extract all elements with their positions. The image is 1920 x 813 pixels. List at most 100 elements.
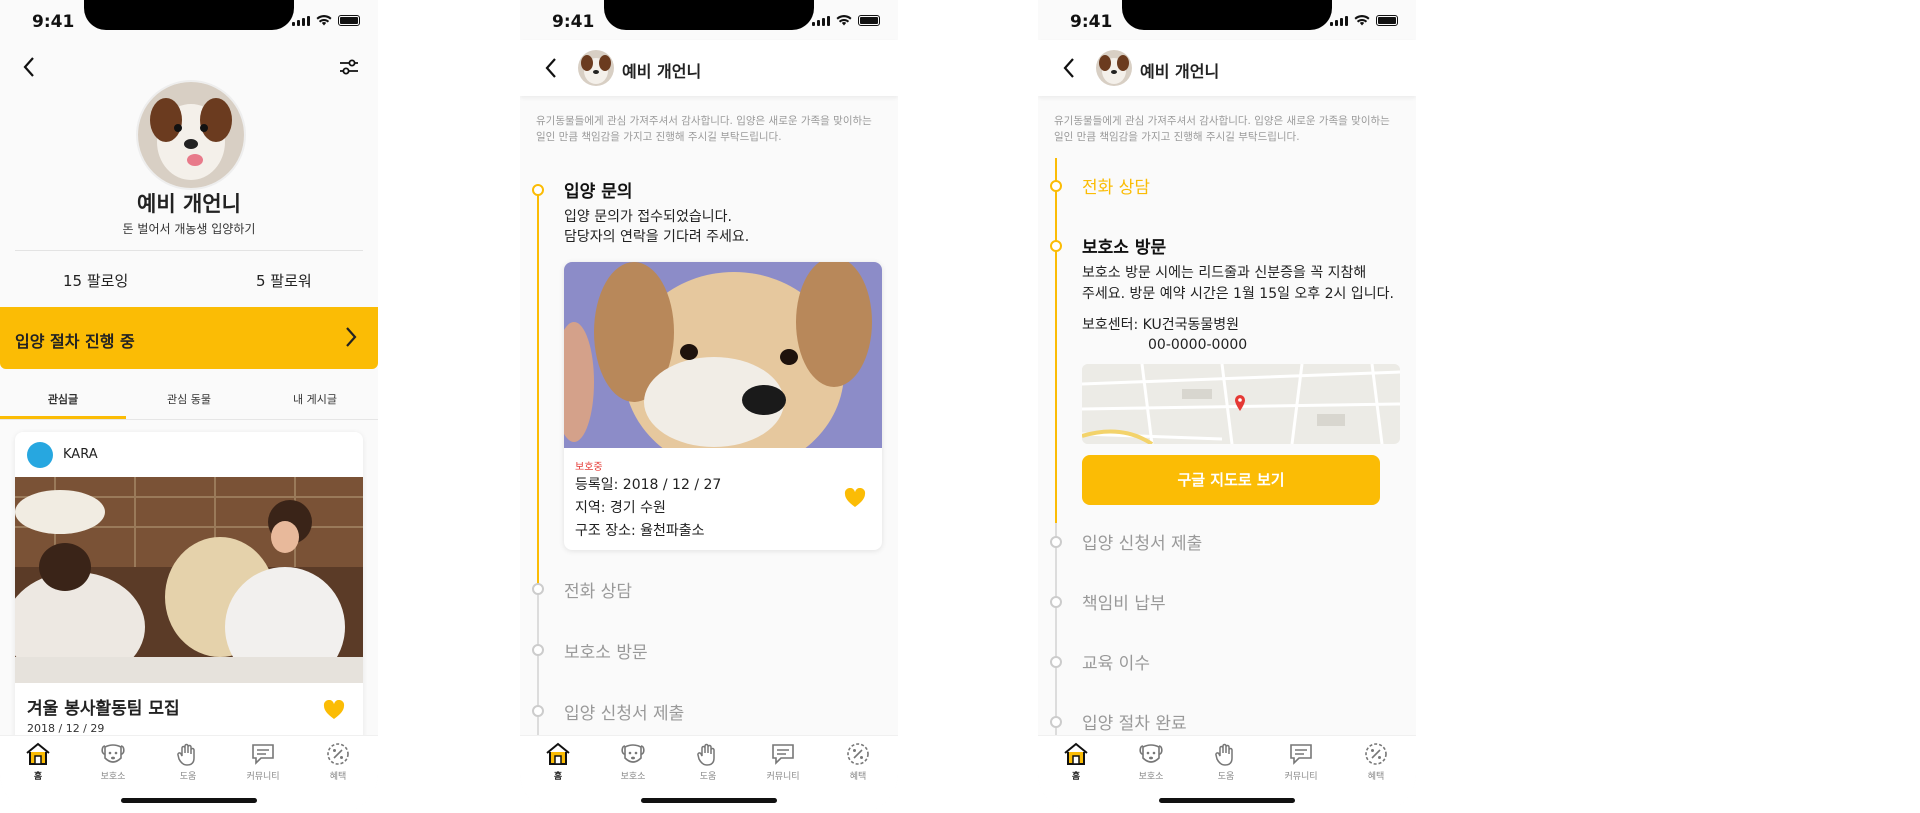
status-time: 9:41 bbox=[32, 12, 75, 32]
profile-avatar bbox=[136, 80, 246, 190]
timeline-dot bbox=[532, 705, 544, 717]
tab-liked-animals[interactable]: 관심 동물 bbox=[126, 391, 252, 407]
tab-community[interactable]: 커뮤니티 bbox=[233, 742, 293, 782]
step-apply: 입양 신청서 제출 bbox=[564, 704, 685, 724]
home-indicator bbox=[1159, 798, 1295, 803]
dog-card[interactable]: 보호중 등록일: 2018 / 12 / 27 지역: 경기 수원 구조 장소:… bbox=[564, 262, 882, 550]
dog-photo bbox=[564, 262, 882, 448]
tab-benefits[interactable]: 혜택 bbox=[308, 742, 368, 782]
tab-benefits[interactable]: 혜택 bbox=[828, 742, 888, 782]
wifi-icon bbox=[1354, 15, 1370, 26]
inquiry-desc-line2: 담당자의 연락을 기다려 주세요. bbox=[564, 229, 750, 245]
active-tab-indicator bbox=[0, 416, 126, 419]
tab-label: 홈 bbox=[33, 772, 43, 782]
timeline-dot bbox=[1050, 656, 1062, 668]
tab-help[interactable]: 도움 bbox=[678, 742, 738, 782]
chat-icon bbox=[1290, 744, 1312, 765]
tab-label: 커뮤니티 bbox=[246, 772, 280, 782]
profile-screen: 9:41 예비 개언니 돈 벌어서 개농생 입양하기 15 팔로잉 5 팔로워 … bbox=[0, 0, 378, 813]
profile-tabs: 관심글 관심 동물 내 게시글 bbox=[0, 383, 378, 420]
status-bar: 9:41 bbox=[520, 0, 898, 40]
tab-home[interactable]: 홈 bbox=[528, 742, 588, 782]
tab-shelter[interactable]: 보호소 bbox=[83, 742, 143, 782]
signal-icon bbox=[1330, 16, 1348, 26]
tab-label: 혜택 bbox=[1367, 772, 1385, 782]
heart-icon[interactable] bbox=[323, 700, 345, 720]
home-indicator bbox=[641, 798, 777, 803]
home-icon bbox=[1064, 742, 1088, 765]
tab-label: 혜택 bbox=[849, 772, 867, 782]
timeline-dot bbox=[532, 644, 544, 656]
adoption-progress-banner[interactable]: 입양 절차 진행 중 bbox=[0, 307, 378, 369]
google-map-button[interactable]: 구글 지도로 보기 bbox=[1082, 455, 1380, 505]
timeline-progress bbox=[537, 187, 539, 587]
tab-label: 커뮤니티 bbox=[1284, 772, 1318, 782]
tab-label: 보호소 bbox=[1138, 772, 1164, 782]
tab-label: 홈 bbox=[1071, 772, 1081, 782]
screen-header: 예비 개언니 bbox=[520, 40, 898, 96]
tab-liked-posts[interactable]: 관심글 bbox=[0, 391, 126, 407]
post-date: 2018 / 12 / 29 bbox=[27, 722, 105, 735]
tab-help[interactable]: 도움 bbox=[1196, 742, 1256, 782]
dog-region: 지역: 경기 수원 bbox=[575, 500, 666, 516]
wifi-icon bbox=[316, 15, 332, 26]
followers-count[interactable]: 5 팔로워 bbox=[256, 270, 312, 291]
dog-icon bbox=[101, 744, 125, 763]
post-image bbox=[15, 477, 363, 683]
status-badge: 보호중 bbox=[575, 462, 603, 473]
notch bbox=[604, 0, 814, 30]
status-time: 9:41 bbox=[552, 12, 595, 32]
back-icon[interactable] bbox=[22, 56, 36, 78]
visit-desc-line1: 보호소 방문 시에는 리드줄과 신분증을 꼭 지참해 bbox=[1082, 265, 1367, 281]
timeline-progress bbox=[1055, 158, 1057, 523]
header-name: 예비 개언니 bbox=[622, 62, 702, 81]
battery-icon bbox=[858, 15, 880, 26]
tab-label: 홈 bbox=[553, 772, 563, 782]
tab-label: 보호소 bbox=[100, 772, 126, 782]
discount-icon bbox=[327, 743, 349, 765]
timeline-dot-done bbox=[1050, 180, 1062, 192]
tab-community[interactable]: 커뮤니티 bbox=[753, 742, 813, 782]
shelter-name: 보호센터: KU건국동물병원 bbox=[1082, 317, 1240, 333]
tab-help[interactable]: 도움 bbox=[158, 742, 218, 782]
tab-label: 혜택 bbox=[329, 772, 347, 782]
back-icon[interactable] bbox=[1062, 57, 1076, 79]
adoption-steps-screen-2: 9:41 예비 개언니 유기동물들에게 관심 가져주셔서 감사합니다. 입양은 … bbox=[1038, 0, 1416, 813]
screen-header: 예비 개언니 bbox=[1038, 40, 1416, 96]
step-apply: 입양 신청서 제출 bbox=[1082, 534, 1203, 554]
tab-shelter[interactable]: 보호소 bbox=[1121, 742, 1181, 782]
dog-icon bbox=[1139, 744, 1163, 763]
back-icon[interactable] bbox=[544, 57, 558, 79]
timeline-dot-active bbox=[1050, 240, 1062, 252]
heart-icon[interactable] bbox=[844, 488, 866, 508]
dog-registered: 등록일: 2018 / 12 / 27 bbox=[575, 477, 722, 493]
timeline-dot-active bbox=[532, 184, 544, 196]
status-bar: 9:41 bbox=[1038, 0, 1416, 40]
adoption-steps-screen-1: 9:41 예비 개언니 유기동물들에게 관심 가져주셔서 감사합니다. 입양은 … bbox=[520, 0, 898, 813]
tab-benefits[interactable]: 혜택 bbox=[1346, 742, 1406, 782]
tab-community[interactable]: 커뮤니티 bbox=[1271, 742, 1331, 782]
shelter-phone[interactable]: 00-0000-0000 bbox=[1148, 335, 1247, 355]
tab-shelter[interactable]: 보호소 bbox=[603, 742, 663, 782]
banner-label: 입양 절차 진행 중 bbox=[15, 332, 135, 351]
profile-bio: 돈 벌어서 개농생 입양하기 bbox=[122, 222, 256, 236]
author-logo bbox=[27, 442, 53, 468]
map-preview[interactable] bbox=[1082, 364, 1400, 444]
step-visit: 보호소 방문 bbox=[1082, 238, 1167, 258]
tab-label: 커뮤니티 bbox=[766, 772, 800, 782]
battery-icon bbox=[1376, 15, 1398, 26]
following-count[interactable]: 15 팔로잉 bbox=[63, 270, 128, 291]
timeline-track bbox=[1055, 523, 1057, 735]
chevron-right-icon bbox=[346, 327, 357, 347]
tab-my-posts[interactable]: 내 게시글 bbox=[252, 391, 378, 407]
discount-icon bbox=[1365, 743, 1387, 765]
tab-home[interactable]: 홈 bbox=[1046, 742, 1106, 782]
step-visit: 보호소 방문 bbox=[564, 643, 648, 663]
timeline-dot bbox=[1050, 536, 1062, 548]
home-icon bbox=[26, 742, 50, 765]
filter-settings-icon[interactable] bbox=[338, 56, 360, 78]
status-time: 9:41 bbox=[1070, 12, 1113, 32]
battery-icon bbox=[338, 15, 360, 26]
tab-home[interactable]: 홈 bbox=[8, 742, 68, 782]
post-card[interactable]: KARA 겨울 봉사활동팀 모집 2018 / 12 / 29 bbox=[15, 432, 363, 752]
